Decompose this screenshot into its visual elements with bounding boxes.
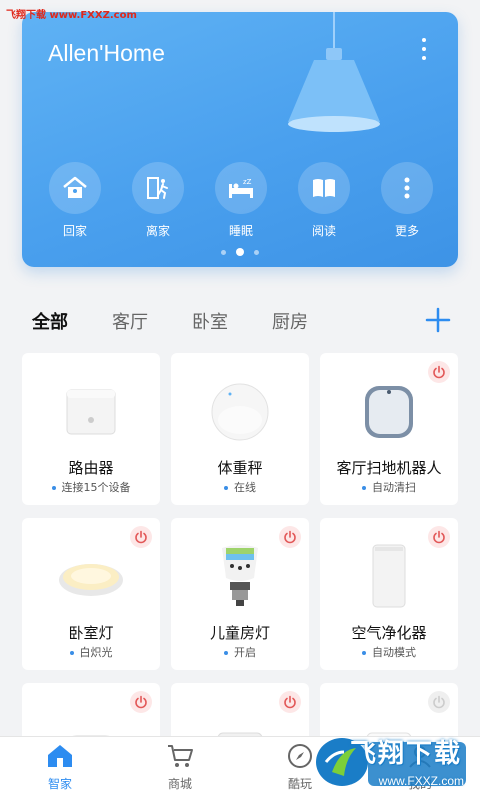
pendant-lamp-illustration xyxy=(288,12,380,132)
svg-text:zZ: zZ xyxy=(243,178,252,186)
cart-icon xyxy=(168,745,193,767)
device-name: 路由器 xyxy=(68,459,114,477)
tab-kitchen[interactable]: 厨房 xyxy=(272,308,308,334)
bulb-icon xyxy=(222,545,258,606)
scale-icon xyxy=(211,383,269,441)
device-card-scale[interactable]: 体重秤 在线 xyxy=(171,353,309,505)
nav-label: 商城 xyxy=(167,777,192,791)
watermark-logo-text: 飞翔下载 xyxy=(349,739,462,769)
scene-label: 阅读 xyxy=(311,224,336,238)
device-name: 卧室灯 xyxy=(68,624,114,642)
scene-label: 更多 xyxy=(394,224,419,238)
home-icon xyxy=(48,745,72,767)
device-card-router[interactable]: 路由器 连接15个设备 xyxy=(22,353,160,505)
leave-icon xyxy=(147,177,168,199)
device-status: 自动清扫 xyxy=(320,479,458,495)
robot-vacuum-icon xyxy=(365,386,413,438)
scene-label: 睡眠 xyxy=(228,224,253,238)
power-button[interactable] xyxy=(428,691,450,713)
device-status: 白炽光 xyxy=(22,644,160,660)
device-card-kids-room-light[interactable]: 儿童房灯 开启 xyxy=(171,518,309,670)
device-name: 儿童房灯 xyxy=(209,624,270,642)
device-status: 开启 xyxy=(171,644,309,660)
scene-leave[interactable]: 离家 xyxy=(128,162,188,239)
device-name: 体重秤 xyxy=(217,459,263,477)
tab-living-room[interactable]: 客厅 xyxy=(112,308,148,334)
device-card-robot-vacuum[interactable]: 客厅扫地机器人 自动清扫 xyxy=(320,353,458,505)
router-icon xyxy=(66,389,116,435)
watermark-logo-url: www.FXXZ.com xyxy=(378,774,464,788)
pager-dot[interactable] xyxy=(254,249,259,255)
scene-more[interactable]: 更多 xyxy=(377,162,437,239)
nav-store[interactable]: 商城 xyxy=(140,743,220,792)
pager-dot[interactable] xyxy=(221,249,226,255)
power-icon xyxy=(135,695,147,709)
add-device-icon[interactable] xyxy=(424,306,452,334)
scene-read[interactable]: 阅读 xyxy=(294,162,354,239)
power-icon xyxy=(433,695,445,709)
tab-all[interactable]: 全部 xyxy=(32,308,68,334)
nav-label: 智家 xyxy=(47,777,72,791)
device-name: 空气净化器 xyxy=(351,624,427,642)
pager-dot-active[interactable] xyxy=(236,248,244,256)
home-icon xyxy=(63,176,87,198)
tab-bedroom[interactable]: 卧室 xyxy=(192,308,228,334)
device-name: 客厅扫地机器人 xyxy=(336,459,442,477)
device-status: 连接15个设备 xyxy=(22,479,160,495)
air-purifier-icon xyxy=(372,544,406,608)
banner-pager xyxy=(22,248,458,256)
ceiling-light-icon xyxy=(59,564,123,596)
home-title[interactable]: Allen'Home xyxy=(48,40,165,67)
power-icon xyxy=(284,695,296,709)
nav-smart-home[interactable]: 智家 xyxy=(20,743,100,792)
watermark-text: 飞翔下载 www.FXXZ.com xyxy=(6,10,137,21)
device-card-air-purifier[interactable]: 空气净化器 自动模式 xyxy=(320,518,458,670)
scene-label: 离家 xyxy=(145,224,170,238)
scene-home[interactable]: 回家 xyxy=(45,162,105,239)
scene-sleep[interactable]: zZ 睡眠 xyxy=(211,162,271,239)
book-icon xyxy=(313,179,335,197)
device-card-bedroom-light[interactable]: 卧室灯 白炽光 xyxy=(22,518,160,670)
more-menu-icon[interactable] xyxy=(416,36,432,62)
scene-bar: 回家 离家 zZ 睡眠 阅读 更多 xyxy=(22,162,458,242)
power-button[interactable] xyxy=(130,691,152,713)
device-status: 在线 xyxy=(171,479,309,495)
power-button[interactable] xyxy=(279,691,301,713)
more-icon xyxy=(404,177,410,199)
device-status: 自动模式 xyxy=(320,644,458,660)
home-banner: Allen'Home 回家 离家 zZ 睡眠 阅读 更多 xyxy=(22,12,458,267)
room-tabs: 全部 客厅 卧室 厨房 xyxy=(32,306,452,338)
sleep-icon: zZ xyxy=(229,178,253,198)
scene-label: 回家 xyxy=(62,224,87,238)
